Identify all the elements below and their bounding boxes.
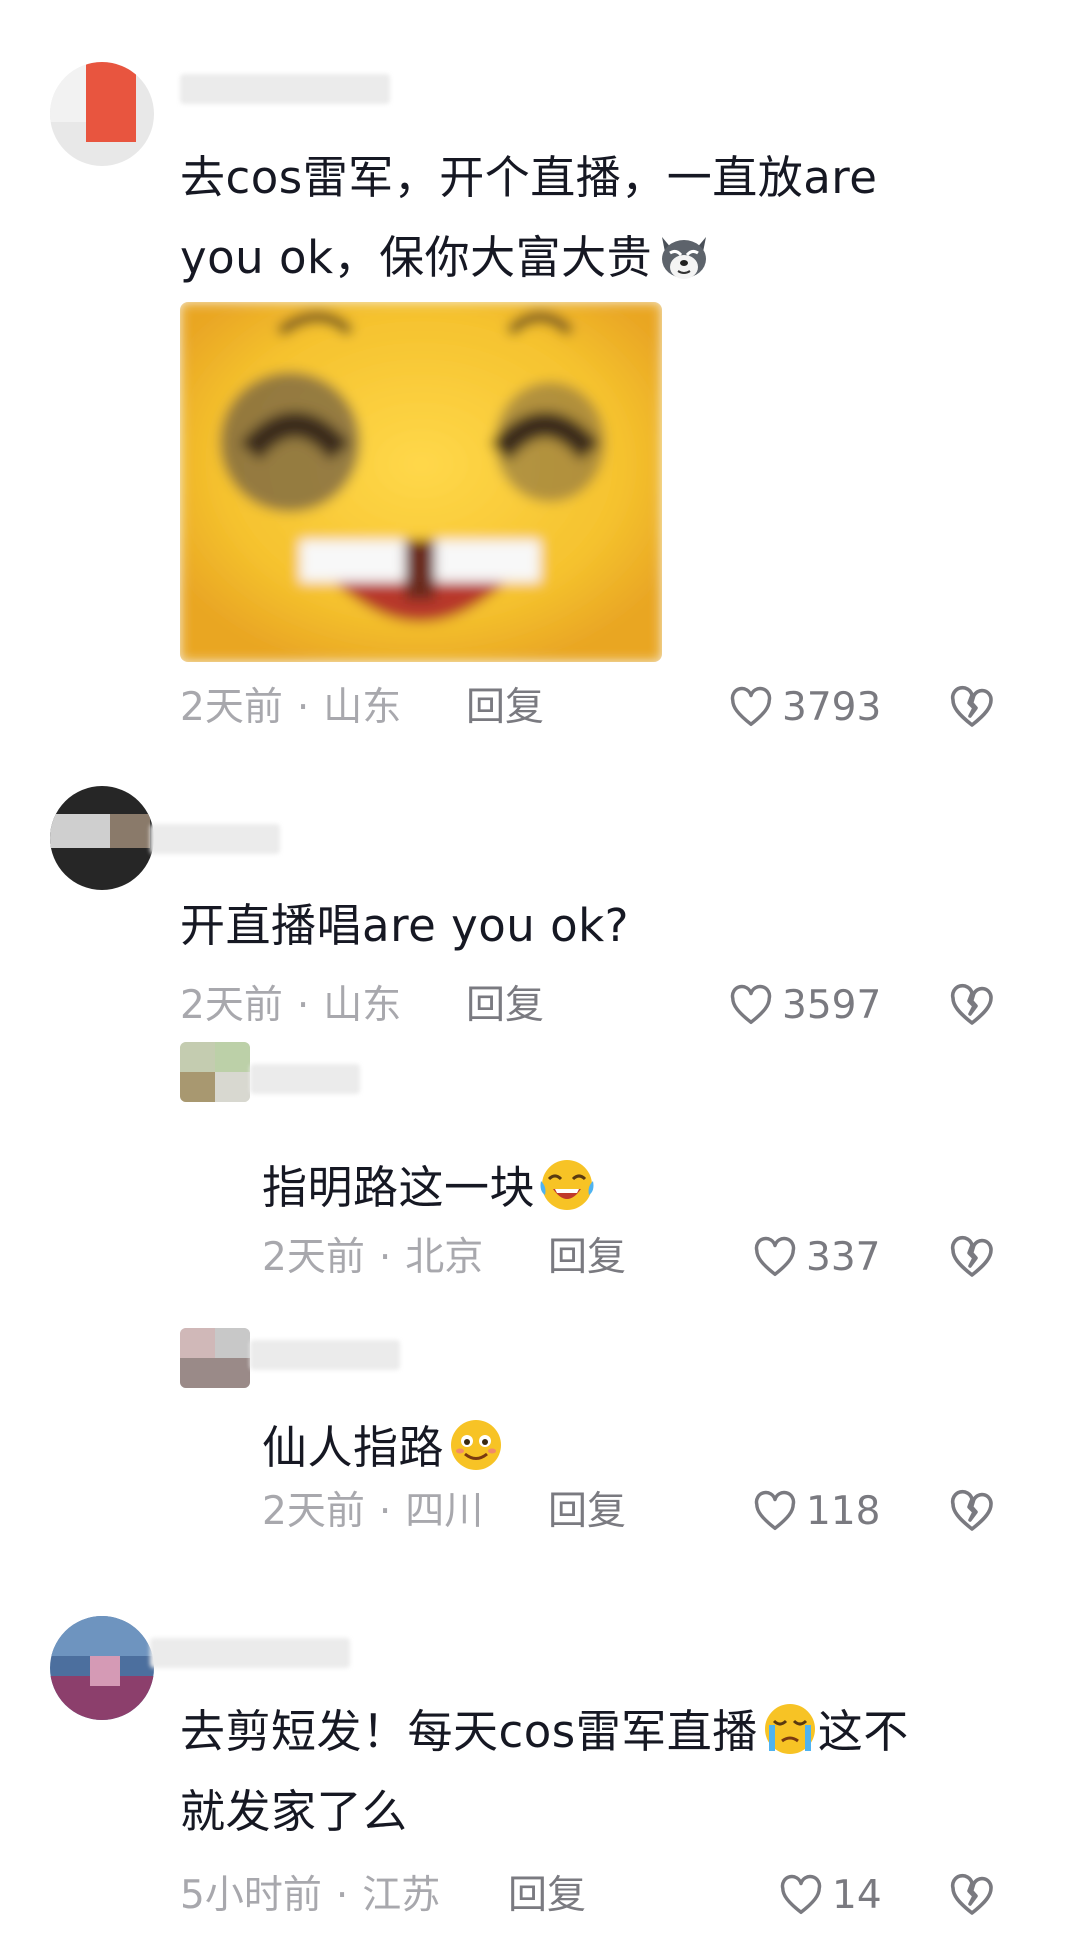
comment-location: 四川 (405, 1489, 484, 1534)
comment-text: 指明路这一块 (262, 1148, 595, 1228)
like-button[interactable]: 118 (752, 1482, 880, 1542)
reply-item: 仙人指路 2天前 · 四川 回复 118 (0, 1300, 1080, 1534)
username-blurred[interactable] (180, 74, 390, 104)
reply-button[interactable]: 回复 (548, 1482, 626, 1542)
comment-location: 山东 (323, 685, 402, 730)
comment-time: 2天前 (262, 1489, 365, 1534)
like-count: 337 (806, 1235, 881, 1280)
username-blurred[interactable] (150, 824, 280, 854)
like-button[interactable]: 3597 (728, 976, 881, 1036)
comment-meta: 2天前 · 北京 (262, 1235, 484, 1280)
avatar[interactable] (50, 1616, 154, 1720)
reply-button[interactable]: 回复 (466, 976, 544, 1036)
comment-item: 去剪短发！每天cos雷军直播 这不 就发家了么 5小时前 · 江苏 回复 14 (0, 1610, 1080, 1938)
like-count: 14 (832, 1873, 882, 1918)
comment-time: 2天前 (180, 983, 283, 1028)
comment-text: 去剪短发！每天cos雷军直播 这不 就发家了么 (180, 1692, 909, 1852)
heart-outline-icon (754, 1236, 796, 1277)
like-count: 3597 (782, 983, 882, 1028)
like-button[interactable]: 337 (752, 1228, 880, 1288)
broken-heart-icon[interactable] (948, 1234, 996, 1282)
reply-button[interactable]: 回复 (548, 1228, 626, 1288)
like-button[interactable]: 3793 (728, 678, 881, 738)
comment-location: 北京 (405, 1235, 484, 1280)
comment-meta: 2天前 · 四川 (262, 1489, 484, 1534)
avatar[interactable] (180, 1042, 250, 1102)
avatar[interactable] (50, 786, 154, 890)
username-blurred[interactable] (250, 1340, 400, 1370)
broken-heart-icon[interactable] (948, 1872, 996, 1920)
like-count: 3793 (782, 685, 882, 730)
comment-location: 山东 (323, 983, 402, 1028)
comment-text: 去cos雷军，开个直播，一直放are you ok，保你大富大贵 (180, 151, 878, 284)
comment-meta: 2天前 · 山东 (180, 983, 402, 1028)
avatar[interactable] (50, 62, 154, 166)
comment-item: 开直播唱are you ok? 2天前 · 山东 回复 3597 (0, 780, 1080, 1028)
like-button[interactable]: 14 (778, 1866, 882, 1926)
heart-outline-icon (730, 686, 772, 727)
like-count: 118 (806, 1489, 881, 1534)
reply-item: 指明路这一块 2天前 · 北京 回复 337 (0, 1040, 1080, 1280)
crying-emoji (764, 1704, 815, 1754)
smile-emoji (451, 1420, 502, 1470)
avatar[interactable] (180, 1328, 250, 1388)
comment-time: 5小时前 (180, 1873, 322, 1918)
laughing-emoji-sticker[interactable] (180, 302, 662, 662)
comment-location: 江苏 (362, 1873, 441, 1918)
comment-time: 2天前 (262, 1235, 365, 1280)
username-blurred[interactable] (150, 1638, 350, 1668)
heart-outline-icon (780, 1874, 822, 1915)
comment-item: 去cos雷军，开个直播，一直放are you ok，保你大富大贵 2天前 · 山… (0, 0, 1080, 760)
username-blurred[interactable] (250, 1064, 360, 1094)
heart-outline-icon (730, 984, 772, 1025)
comment-time: 2天前 (180, 685, 283, 730)
heart-outline-icon (754, 1490, 796, 1531)
broken-heart-icon[interactable] (948, 982, 996, 1030)
reply-button[interactable]: 回复 (508, 1866, 586, 1926)
broken-heart-icon[interactable] (948, 684, 996, 732)
laughing-tears-emoji (540, 1160, 594, 1210)
comment-text: 开直播唱are you ok? (180, 899, 630, 952)
broken-heart-icon[interactable] (948, 1488, 996, 1536)
reply-button[interactable]: 回复 (466, 678, 544, 738)
husky-doge-emoji (662, 237, 707, 279)
comment-text: 仙人指路 (262, 1408, 504, 1488)
comment-meta: 2天前 · 山东 (180, 685, 402, 730)
comment-meta: 5小时前 · 江苏 (180, 1873, 441, 1918)
